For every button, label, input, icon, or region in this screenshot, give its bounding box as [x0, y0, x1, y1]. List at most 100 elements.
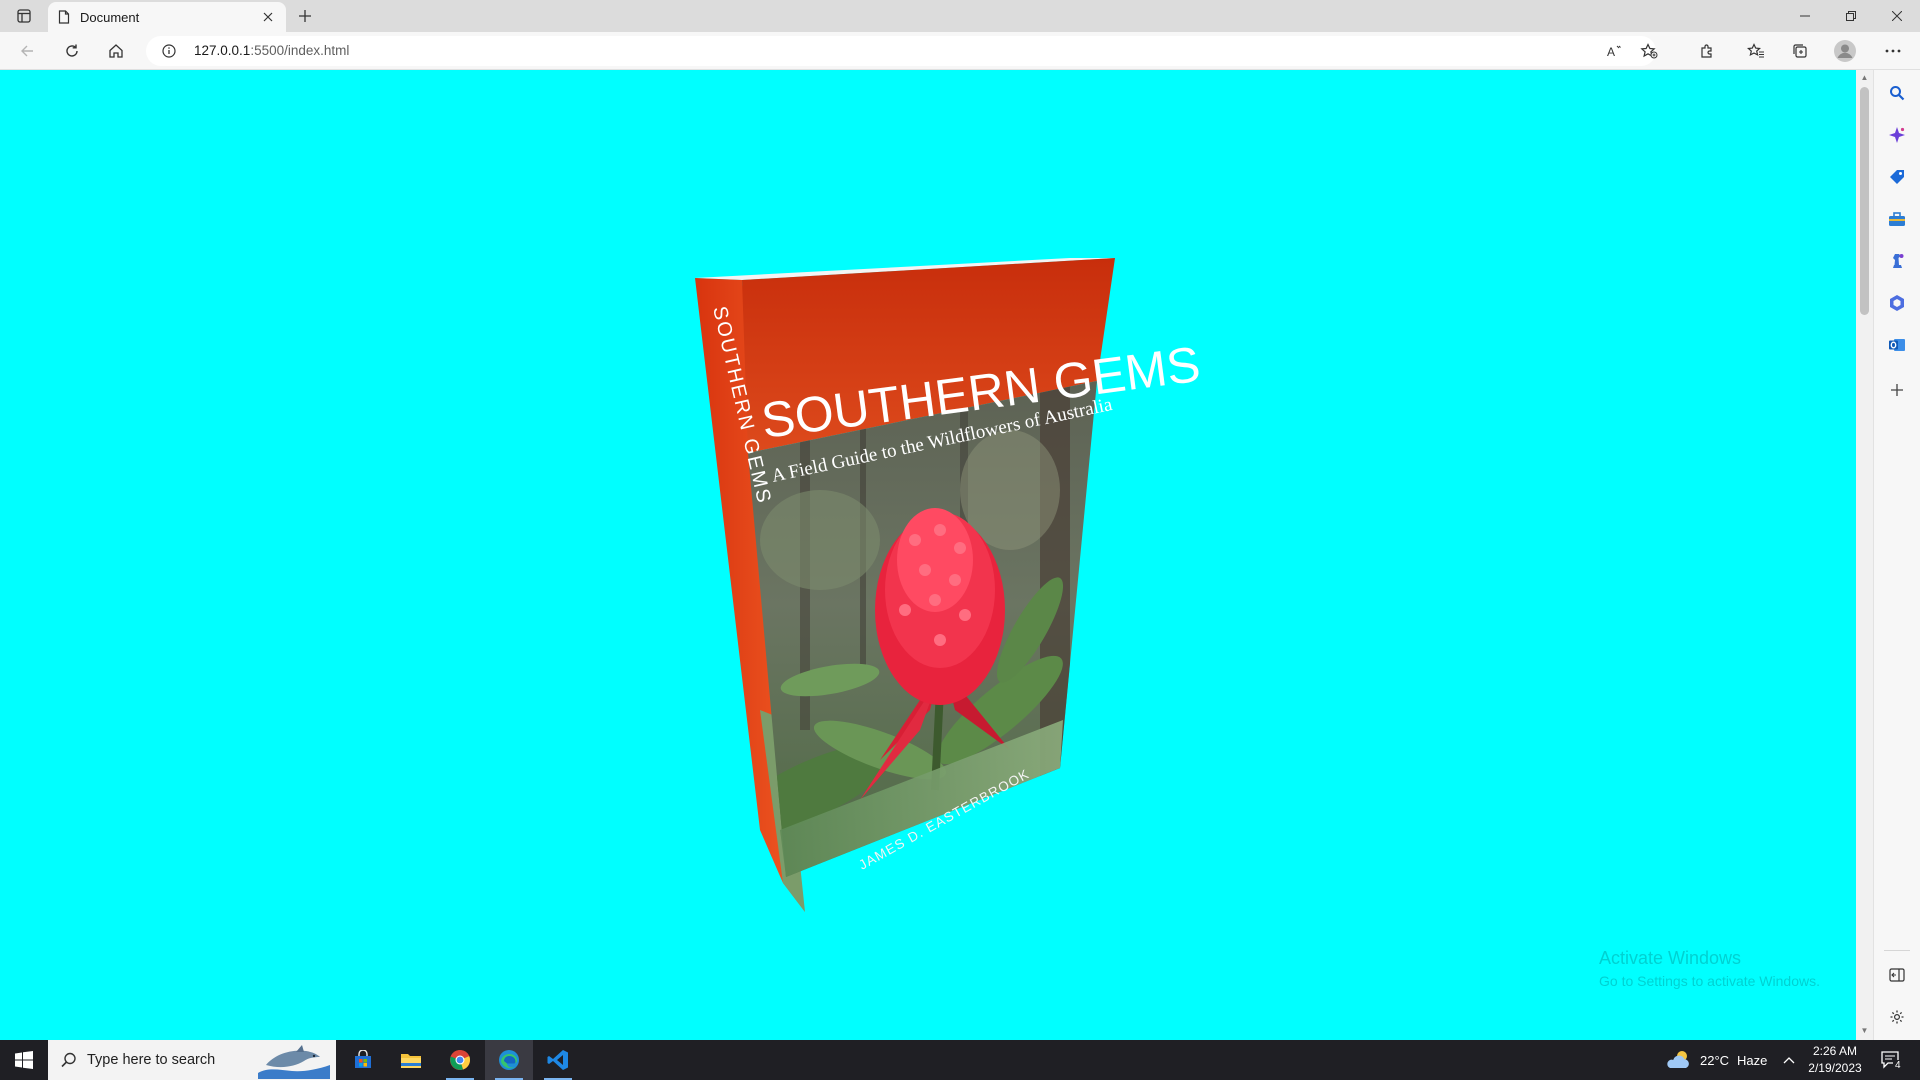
sidebar-add-button[interactable]: [1882, 375, 1912, 405]
activate-windows-watermark: Activate Windows Go to Settings to activ…: [1599, 948, 1820, 989]
sidebar-discover-button[interactable]: [1882, 120, 1912, 150]
refresh-icon: [66, 44, 78, 57]
search-highlight-dolphin-icon: [258, 1045, 330, 1079]
outlook-icon: [1889, 339, 1905, 351]
clock-date: 2/19/2023: [1808, 1061, 1862, 1075]
folder-icon: [401, 1054, 421, 1068]
edge-sidebar: [1873, 70, 1920, 1040]
vertical-scrollbar[interactable]: ▲ ▼: [1856, 70, 1873, 1040]
scroll-up-arrow-icon[interactable]: ▲: [1860, 74, 1869, 82]
close-icon: [1892, 11, 1902, 21]
weather-widget[interactable]: 22°C Haze: [1666, 1040, 1767, 1080]
chess-piece-icon: [1893, 254, 1904, 268]
sidebar-shopping-button[interactable]: [1882, 162, 1912, 192]
page-viewport: SOUTHERN GEMS A Field Guide to the Wildf…: [0, 70, 1856, 1040]
tab-close-button[interactable]: [260, 9, 276, 25]
settings-menu-button[interactable]: [1878, 37, 1908, 65]
vscode-icon: [547, 1050, 568, 1070]
show-hidden-icons-button[interactable]: [1783, 1040, 1795, 1080]
search-icon: [1890, 86, 1905, 101]
more-icon: [1885, 49, 1901, 53]
url-host: 127.0.0.1: [194, 43, 251, 58]
sidebar-office-button[interactable]: [1882, 288, 1912, 318]
gear-icon: [1890, 1010, 1904, 1024]
sidebar-games-button[interactable]: [1882, 246, 1912, 276]
chrome-icon: [450, 1050, 471, 1070]
plus-icon: [1891, 384, 1903, 396]
system-clock[interactable]: 2:26 AM 2/19/2023: [1800, 1043, 1870, 1077]
book-3d: SOUTHERN GEMS A Field Guide to the Wildf…: [0, 70, 1856, 1040]
notification-center-button[interactable]: 4: [1880, 1040, 1903, 1080]
taskbar-chrome-app[interactable]: [436, 1040, 484, 1080]
home-icon: [109, 44, 123, 58]
sidebar-tools-button[interactable]: [1882, 204, 1912, 234]
sidebar-settings-button[interactable]: [1882, 1002, 1912, 1032]
windows-taskbar: Type here to search 22°C Haze 2:26 AM 2/…: [0, 1040, 1920, 1080]
tab-actions-button[interactable]: [8, 4, 40, 28]
scrollbar-thumb[interactable]: [1860, 87, 1869, 315]
page-icon: [58, 10, 70, 24]
tab-document[interactable]: Document: [48, 2, 286, 32]
title-bar: Document: [0, 0, 1920, 32]
plus-icon: [299, 10, 311, 22]
back-arrow-icon: [21, 45, 33, 57]
weather-temp: 22°C: [1700, 1052, 1730, 1068]
svg-text:A: A: [1607, 45, 1615, 59]
toolbox-icon: [1889, 212, 1905, 226]
collections-button[interactable]: [1785, 37, 1815, 65]
close-window-button[interactable]: [1874, 0, 1920, 32]
address-bar[interactable]: 127.0.0.1:5500/index.html A: [146, 36, 1658, 66]
tag-icon: [1890, 170, 1904, 184]
taskbar-vscode-app[interactable]: [534, 1040, 582, 1080]
search-placeholder: Type here to search: [87, 1052, 216, 1068]
taskbar-search-box[interactable]: Type here to search: [48, 1040, 336, 1080]
close-icon: [263, 12, 273, 22]
taskbar-edge-app[interactable]: [485, 1040, 533, 1080]
taskbar-store-app[interactable]: [339, 1040, 387, 1080]
sidebar-hide-button[interactable]: [1882, 960, 1912, 990]
restore-icon: [1846, 11, 1856, 21]
sidebar-divider: [1884, 950, 1910, 951]
search-icon: [61, 1052, 76, 1068]
collections-icon: [1793, 44, 1807, 58]
read-aloud-icon[interactable]: A: [1606, 43, 1622, 59]
edge-icon: [499, 1050, 519, 1070]
new-tab-button[interactable]: [293, 4, 317, 28]
minimize-icon: [1800, 15, 1810, 17]
weather-haze-icon: [1667, 1051, 1689, 1068]
sidebar-outlook-button[interactable]: [1882, 330, 1912, 360]
chevron-up-icon: [1783, 1057, 1795, 1064]
extensions-button[interactable]: [1692, 37, 1722, 65]
sidebar-search-button[interactable]: [1882, 78, 1912, 108]
activate-line-2: Go to Settings to activate Windows.: [1599, 973, 1820, 989]
windows-logo-icon: [15, 1051, 33, 1069]
activate-line-1: Activate Windows: [1599, 948, 1742, 968]
site-info-icon[interactable]: [162, 44, 176, 58]
restore-button[interactable]: [1828, 0, 1874, 32]
refresh-button[interactable]: [57, 37, 87, 65]
scroll-down-arrow-icon[interactable]: ▼: [1860, 1027, 1869, 1035]
url-text: 127.0.0.1:5500/index.html: [194, 43, 349, 58]
tab-title: Document: [80, 9, 140, 25]
sparkle-icon: [1889, 127, 1905, 143]
book-illustration: SOUTHERN GEMS A Field Guide to the Wildf…: [695, 258, 1203, 912]
favorites-icon: [1747, 43, 1764, 58]
url-path: :5500/index.html: [250, 43, 350, 58]
avatar-icon: [1834, 40, 1856, 62]
weather-desc: Haze: [1737, 1052, 1768, 1068]
profile-button[interactable]: [1830, 37, 1860, 65]
favorites-button[interactable]: [1741, 37, 1771, 65]
start-button[interactable]: [0, 1040, 48, 1080]
clock-time: 2:26 AM: [1812, 1044, 1858, 1058]
panel-collapse-icon: [1889, 968, 1905, 982]
store-icon: [355, 1050, 371, 1068]
minimize-button[interactable]: [1782, 0, 1828, 32]
tab-actions-icon: [17, 9, 31, 23]
office-icon: [1890, 295, 1904, 311]
add-favorite-icon[interactable]: [1640, 43, 1658, 59]
home-button[interactable]: [101, 37, 131, 65]
taskbar-file-explorer-app[interactable]: [387, 1040, 435, 1080]
back-button[interactable]: [12, 37, 42, 65]
notification-count: 4: [1893, 1060, 1903, 1071]
puzzle-icon: [1701, 44, 1712, 58]
